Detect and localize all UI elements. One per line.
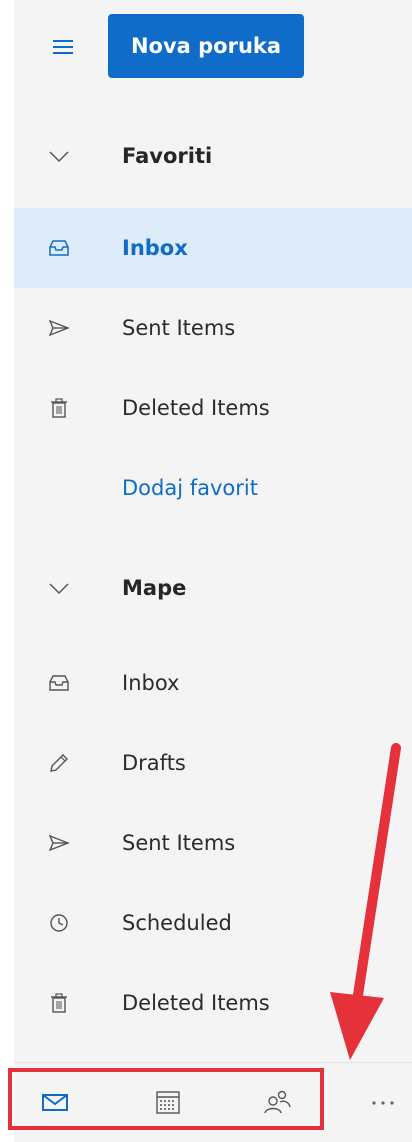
favorites-item-sent-items[interactable]: Sent Items [14,288,412,368]
add-favorite-label: Dodaj favorit [122,476,258,500]
calendar-icon[interactable] [153,1087,183,1117]
favorites-item-label: Deleted Items [122,396,270,420]
clock-icon [50,914,68,932]
inbox-icon [49,675,69,691]
trash-icon [51,398,67,418]
folder-item-scheduled[interactable]: Scheduled [14,883,412,963]
favorites-item-deleted-items[interactable]: Deleted Items [14,368,412,448]
favorites-item-label: Sent Items [122,316,236,340]
more-icon[interactable] [368,1087,398,1117]
folder-item-label: Deleted Items [122,991,270,1015]
people-icon[interactable] [262,1087,292,1117]
folder-item-label: Drafts [122,751,186,775]
send-icon [48,319,70,337]
folder-item-deleted-items[interactable]: Deleted Items [14,963,412,1043]
chevron-down-icon [49,151,69,163]
pencil-icon [50,754,68,772]
module-switcher-bar [14,1062,412,1142]
folder-item-drafts[interactable]: Drafts [14,723,412,803]
inbox-icon [49,240,69,256]
mail-icon[interactable] [40,1087,70,1117]
chevron-down-icon [49,583,69,595]
folders-section-header[interactable]: Mape [14,548,412,628]
new-message-button[interactable]: Nova poruka [108,14,304,78]
add-favorite-link[interactable]: Dodaj favorit [14,448,412,528]
folder-item-sent-items[interactable]: Sent Items [14,803,412,883]
folder-item-inbox[interactable]: Inbox [14,643,412,723]
favorites-item-inbox[interactable]: Inbox [14,208,412,288]
folder-item-label: Sent Items [122,831,236,855]
hamburger-menu-icon[interactable] [52,36,74,58]
favorites-section-title: Favoriti [122,144,213,168]
folder-item-label: Inbox [122,671,180,695]
folder-item-label: Scheduled [122,911,232,935]
navigation-pane: Nova poruka Favoriti Inbox Sent Items De… [14,0,412,1142]
trash-icon [51,993,67,1013]
folders-section-title: Mape [122,576,187,600]
top-bar: Nova poruka [14,0,412,100]
favorites-item-label: Inbox [122,236,188,260]
send-icon [48,834,70,852]
favorites-section-header[interactable]: Favoriti [14,116,412,196]
